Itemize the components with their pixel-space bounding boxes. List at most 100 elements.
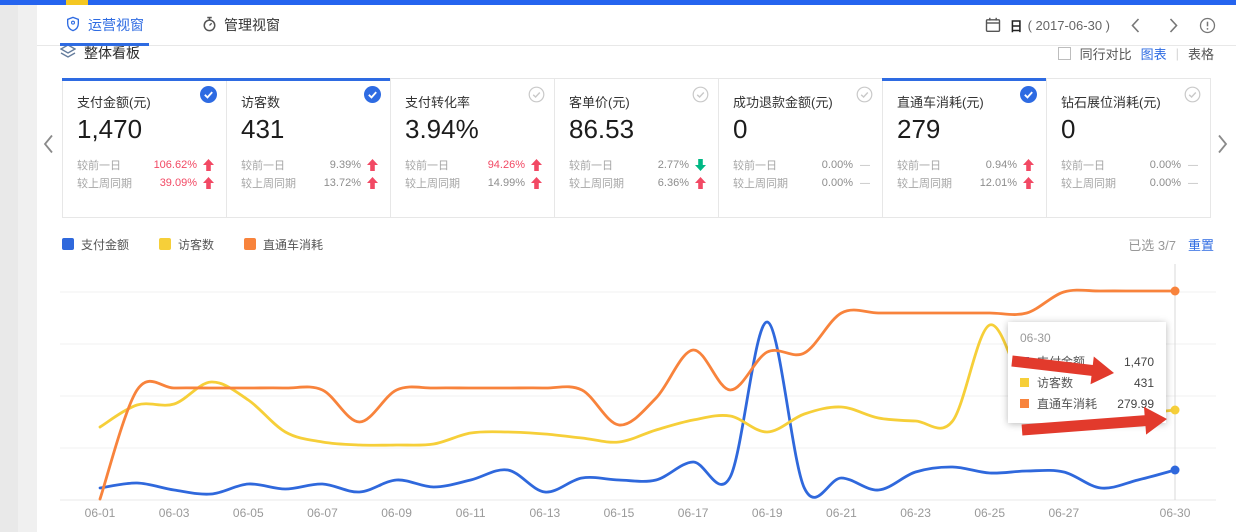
x-axis-label: 06-15 xyxy=(604,506,635,520)
compare-row: 较前一日9.39% xyxy=(241,156,378,174)
trend-down-icon xyxy=(692,159,706,171)
metric-card-compare: 较前一日2.77%较上周同期6.36% xyxy=(569,156,706,192)
metric-card-1[interactable]: 支付金额(元)1,470较前一日106.62%较上周同期39.09% xyxy=(62,78,227,218)
metric-cards-row: 支付金额(元)1,470较前一日106.62%较上周同期39.09%访客数431… xyxy=(62,78,1218,218)
tab-management-view[interactable]: 管理视窗 xyxy=(202,5,280,45)
compare-label: 较上周同期 xyxy=(405,175,460,191)
metric-card-title: 直通车消耗(元) xyxy=(897,92,1034,111)
reset-button[interactable]: 重置 xyxy=(1188,235,1214,254)
compare-row: 较上周同期6.36% xyxy=(569,174,706,192)
cards-next-chevron-icon[interactable] xyxy=(1217,134,1228,159)
metric-card-value: 0 xyxy=(733,114,870,145)
series-endpoint-payment xyxy=(1171,466,1180,475)
trend-up-icon xyxy=(528,177,542,189)
tooltip-value: 431 xyxy=(1134,376,1154,390)
compare-label: 较前一日 xyxy=(241,157,285,173)
check-badge-icon[interactable] xyxy=(200,86,217,103)
x-axis-label: 06-05 xyxy=(233,506,264,520)
trend-up-icon xyxy=(528,159,542,171)
legend-label: 支付金额 xyxy=(81,236,129,253)
chart-view-link[interactable]: 图表 xyxy=(1141,46,1167,63)
x-axis-label: 06-23 xyxy=(900,506,931,520)
trend-flat-icon: — xyxy=(1184,178,1198,189)
metric-card-5[interactable]: 成功退款金额(元)0较前一日0.00%—较上周同期0.00%— xyxy=(718,78,883,218)
check-circle-empty-icon[interactable] xyxy=(528,86,545,103)
compare-percent: 94.26% xyxy=(488,159,525,171)
metric-card-title: 客单价(元) xyxy=(569,92,706,111)
metric-card-compare: 较前一日0.00%—较上周同期0.00%— xyxy=(733,156,870,192)
tooltip-row-payment: 支付金额1,470 xyxy=(1020,351,1154,372)
compare-percent: 39.09% xyxy=(160,177,197,189)
metric-card-value: 0 xyxy=(1061,114,1198,145)
metric-card-value: 1,470 xyxy=(77,114,214,145)
selected-count: 已选 3/7 xyxy=(1128,235,1176,254)
compare-label: 较前一日 xyxy=(733,157,777,173)
main-panel: 运营视窗 管理视窗 日 ( 2017-06-30 ) xyxy=(37,5,1236,532)
compare-percent: 0.94% xyxy=(986,159,1017,171)
compare-percent: 6.36% xyxy=(658,177,689,189)
compare-percent: 0.00% xyxy=(1150,177,1181,189)
compare-label: 较上周同期 xyxy=(1061,175,1116,191)
trend-up-icon xyxy=(364,159,378,171)
date-granularity[interactable]: 日 xyxy=(1010,16,1023,35)
trend-up-icon xyxy=(1020,159,1034,171)
metric-card-2[interactable]: 访客数431较前一日9.39%较上周同期13.72% xyxy=(226,78,391,218)
compare-label: 较上周同期 xyxy=(897,175,952,191)
view-divider: | xyxy=(1176,46,1179,61)
tooltip-row-ztc-cost: 直通车消耗 279.99 xyxy=(1020,393,1154,414)
table-view-link[interactable]: 表格 xyxy=(1188,46,1214,63)
info-icon[interactable] xyxy=(1199,17,1216,34)
check-circle-empty-icon[interactable] xyxy=(856,86,873,103)
metric-card-6[interactable]: 直通车消耗(元) 279 较前一日0.94%较上周同期 12.01% xyxy=(882,78,1047,218)
x-axis-label: 06-30 xyxy=(1160,506,1191,520)
tooltip-row-visitors: 访客数431 xyxy=(1020,372,1154,393)
metric-card-compare: 较前一日0.94%较上周同期 12.01% xyxy=(897,156,1034,192)
x-axis-label: 06-13 xyxy=(529,506,560,520)
compare-row: 较前一日0.00%— xyxy=(733,156,870,174)
x-axis-label: 06-21 xyxy=(826,506,857,520)
trend-flat-icon: — xyxy=(856,178,870,189)
chart-tooltip: 06-30 支付金额1,470访客数431 直通车消耗 279.99 xyxy=(1008,322,1166,423)
tooltip-value: 279.99 xyxy=(1117,397,1154,411)
legend-item-visitors[interactable]: 访客数 xyxy=(159,236,214,253)
check-badge-icon[interactable] xyxy=(1020,86,1037,103)
trend-up-icon xyxy=(200,159,214,171)
metric-card-3[interactable]: 支付转化率3.94%较前一日94.26%较上周同期14.99% xyxy=(390,78,555,218)
x-axis-label: 06-25 xyxy=(974,506,1005,520)
tooltip-label: 直通车消耗 xyxy=(1037,395,1097,412)
metric-card-value: 279 xyxy=(897,114,1034,145)
compare-percent: 0.00% xyxy=(822,159,853,171)
check-circle-empty-icon[interactable] xyxy=(692,86,709,103)
metric-card-compare: 较前一日106.62%较上周同期39.09% xyxy=(77,156,214,192)
x-axis-label: 06-03 xyxy=(159,506,190,520)
check-badge-icon[interactable] xyxy=(364,86,381,103)
metric-card-4[interactable]: 客单价(元)86.53较前一日2.77%较上周同期6.36% xyxy=(554,78,719,218)
calendar-icon[interactable] xyxy=(985,17,1001,33)
cards-prev-chevron-icon[interactable] xyxy=(43,134,54,159)
tooltip-swatch xyxy=(1020,378,1029,387)
check-circle-empty-icon[interactable] xyxy=(1184,86,1201,103)
compare-row: 较上周同期39.09% xyxy=(77,174,214,192)
metric-card-title: 钻石展位消耗(元) xyxy=(1061,92,1198,111)
peer-compare-checkbox[interactable] xyxy=(1058,47,1071,60)
tooltip-label: 支付金额 xyxy=(1037,353,1085,370)
trend-up-icon xyxy=(692,177,706,189)
top-nav: 运营视窗 管理视窗 日 ( 2017-06-30 ) xyxy=(37,5,1236,46)
tooltip-date: 06-30 xyxy=(1020,331,1154,345)
metric-card-7[interactable]: 钻石展位消耗(元)0较前一日0.00%—较上周同期0.00%— xyxy=(1046,78,1211,218)
tab-operations-view[interactable]: 运营视窗 xyxy=(65,5,144,45)
next-date-chevron-icon[interactable] xyxy=(1161,18,1186,33)
x-axis-label: 06-27 xyxy=(1048,506,1079,520)
metric-card-compare: 较前一日9.39%较上周同期13.72% xyxy=(241,156,378,192)
strip-accent-segment xyxy=(66,0,88,5)
legend-item-ztc-cost[interactable]: 直通车消耗 xyxy=(244,236,323,253)
compare-percent: 12.01% xyxy=(980,177,1017,189)
prev-date-chevron-icon[interactable] xyxy=(1123,18,1148,33)
compare-row: 较前一日0.94% xyxy=(897,156,1034,174)
x-axis-label: 06-09 xyxy=(381,506,412,520)
legend-item-payment[interactable]: 支付金额 xyxy=(62,236,129,253)
compare-row: 较前一日94.26% xyxy=(405,156,542,174)
metric-cards-section: 支付金额(元)1,470较前一日106.62%较上周同期39.09%访客数431… xyxy=(37,78,1236,218)
date-value[interactable]: ( 2017-06-30 ) xyxy=(1028,18,1110,33)
compare-label: 较上周同期 xyxy=(733,175,788,191)
